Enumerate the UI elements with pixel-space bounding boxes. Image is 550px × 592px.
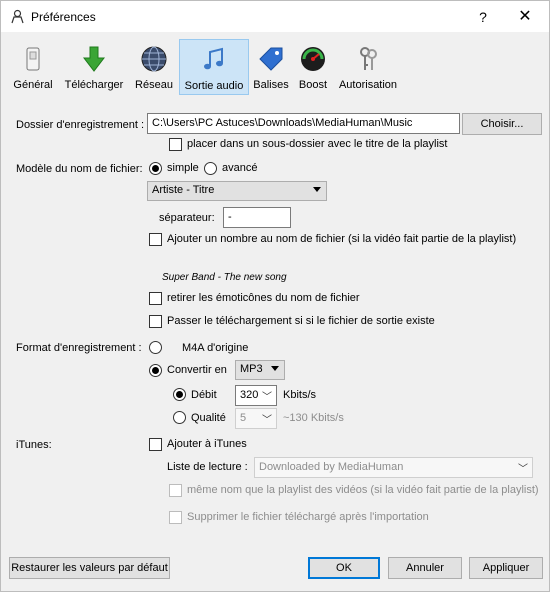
tab-network[interactable]: Réseau	[131, 39, 177, 95]
folder-label: Dossier d'enregistrement :	[16, 119, 145, 131]
delete-after-import-label: Supprimer le fichier téléchargé après l'…	[187, 511, 429, 523]
keys-icon	[360, 47, 377, 70]
skip-existing-label: Passer le téléchargement si si le fichie…	[167, 315, 435, 327]
close-button[interactable]: ✕	[509, 6, 541, 28]
filename-simple-label: simple	[167, 162, 199, 174]
tab-audio-output[interactable]: Sortie audio	[179, 39, 249, 95]
separator-label: séparateur:	[159, 212, 215, 224]
filename-advanced-label: avancé	[222, 162, 258, 174]
general-icon	[26, 47, 40, 71]
cancel-button[interactable]: Annuler	[388, 557, 462, 579]
tab-tags-label: Balises	[253, 79, 289, 91]
filename-pattern-value: Artiste - Titre	[152, 184, 215, 196]
bitrate-select[interactable]: 320 ﹀	[235, 385, 277, 406]
tab-boost-label: Boost	[298, 79, 328, 91]
quality-hint: ~130 Kbits/s	[283, 412, 344, 424]
same-name-checkbox[interactable]	[169, 484, 182, 497]
itunes-label: iTunes:	[16, 439, 52, 451]
title-bar: Préférences ? ✕	[1, 1, 549, 32]
playlist-value: Downloaded by MediaHuman	[259, 461, 404, 473]
format-original-label: M4A d'origine	[182, 342, 249, 354]
tab-general[interactable]: Général	[9, 39, 57, 95]
codec-select[interactable]: MP3	[235, 360, 285, 380]
format-convert-label: Convertir en	[167, 364, 227, 376]
tab-authorization[interactable]: Autorisation	[335, 39, 401, 95]
quality-value: 5	[240, 412, 247, 424]
separator-input[interactable]: -	[223, 207, 291, 228]
quality-label: Qualité	[191, 412, 226, 424]
apply-button[interactable]: Appliquer	[469, 557, 543, 579]
tab-general-label: Général	[13, 79, 53, 91]
chevron-down-icon: ﹀	[262, 392, 272, 403]
preferences-window: Préférences ? ✕ Général Télécharger Rése…	[0, 0, 550, 592]
same-name-label: même nom que la playlist des vidéos (si …	[187, 484, 539, 496]
filename-simple-radio[interactable]	[149, 162, 162, 175]
remove-emoticons-checkbox[interactable]	[149, 292, 162, 305]
format-label: Format d'enregistrement :	[16, 342, 142, 354]
chevron-down-icon	[271, 366, 279, 371]
music-note-icon	[204, 47, 223, 70]
bitrate-unit: Kbits/s	[283, 389, 317, 401]
chevron-down-icon	[313, 187, 321, 192]
filename-pattern-select[interactable]: Artiste - Titre	[147, 181, 327, 201]
download-arrow-icon	[82, 46, 106, 72]
tab-boost[interactable]: Boost	[295, 39, 331, 95]
add-to-itunes-checkbox[interactable]	[149, 438, 162, 451]
bitrate-radio[interactable]	[173, 388, 186, 401]
format-original-radio[interactable]	[149, 341, 162, 354]
codec-value: MP3	[240, 363, 263, 375]
filename-advanced-radio[interactable]	[204, 162, 217, 175]
add-number-label: Ajouter un nombre au nom de fichier (si …	[167, 233, 517, 245]
restore-defaults-button[interactable]: Restaurer les valeurs par défaut	[9, 557, 170, 579]
window-title: Préférences	[31, 10, 96, 24]
tab-authorization-label: Autorisation	[338, 79, 398, 91]
chevron-down-icon: ﹀	[518, 464, 528, 475]
add-to-itunes-label: Ajouter à iTunes	[167, 438, 247, 450]
globe-icon	[141, 46, 167, 72]
tab-tags[interactable]: Balises	[251, 39, 291, 95]
folder-path-input[interactable]: C:\Users\PC Astuces\Downloads\MediaHuman…	[147, 113, 460, 134]
subfolder-checkbox[interactable]	[169, 138, 182, 151]
choose-folder-button[interactable]: Choisir...	[462, 113, 542, 135]
delete-after-import-checkbox[interactable]	[169, 511, 182, 524]
tab-network-label: Réseau	[135, 79, 173, 91]
tab-download[interactable]: Télécharger	[61, 39, 127, 95]
filename-preview: Super Band - The new song	[162, 272, 287, 283]
ok-button[interactable]: OK	[308, 557, 380, 579]
format-convert-radio[interactable]	[149, 364, 162, 377]
tab-audio-output-label: Sortie audio	[184, 80, 244, 92]
add-number-checkbox[interactable]	[149, 233, 162, 246]
bitrate-label: Débit	[191, 389, 217, 401]
app-icon	[11, 9, 24, 24]
quality-radio[interactable]	[173, 411, 186, 424]
speedometer-icon	[301, 47, 325, 71]
playlist-label: Liste de lecture :	[167, 461, 248, 473]
tag-icon	[259, 47, 283, 71]
chevron-down-icon: ﹀	[262, 415, 272, 426]
help-button[interactable]: ?	[467, 6, 499, 28]
playlist-select[interactable]: Downloaded by MediaHuman ﹀	[254, 457, 533, 478]
skip-existing-checkbox[interactable]	[149, 315, 162, 328]
subfolder-label: placer dans un sous-dossier avec le titr…	[187, 138, 448, 150]
filename-template-label: Modèle du nom de fichier:	[16, 163, 143, 175]
remove-emoticons-label: retirer les émoticônes du nom de fichier	[167, 292, 360, 304]
quality-select[interactable]: 5 ﹀	[235, 408, 277, 429]
bitrate-value: 320	[240, 389, 259, 401]
tab-download-label: Télécharger	[64, 79, 124, 91]
